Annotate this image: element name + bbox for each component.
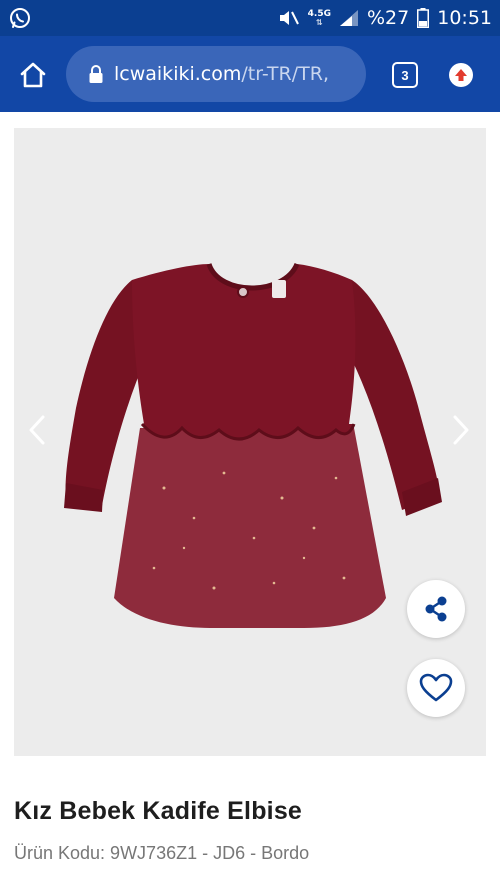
share-button[interactable] (407, 580, 465, 638)
share-icon (425, 596, 447, 622)
heart-icon (419, 673, 453, 702)
network-badge: 4.5G ⇅ (307, 8, 331, 27)
chevron-left-icon (29, 415, 45, 445)
tab-count: 3 (401, 67, 409, 83)
mute-icon (278, 8, 300, 28)
url-bar[interactable]: lcwaikiki.com/tr-TR/TR, (66, 46, 366, 102)
url-path: /tr-TR/TR, (241, 63, 329, 85)
signal-icon (339, 9, 359, 27)
battery-percent: %27 (367, 7, 410, 29)
browser-toolbar: lcwaikiki.com/tr-TR/TR, 3 (0, 36, 500, 112)
next-image-button[interactable] (446, 410, 476, 450)
lock-icon (88, 64, 104, 84)
tab-switcher-button[interactable]: 3 (392, 62, 418, 88)
update-button[interactable] (449, 63, 473, 87)
product-code: Ürün Kodu: 9WJ736Z1 - JD6 - Bordo (14, 843, 310, 863)
home-button[interactable] (18, 60, 48, 90)
update-icon (455, 69, 467, 81)
clock: 10:51 (437, 7, 492, 29)
product-image-gallery[interactable] (14, 128, 486, 756)
whatsapp-icon (8, 6, 32, 30)
previous-image-button[interactable] (22, 410, 52, 450)
product-title: Kız Bebek Kadife Elbise (14, 797, 303, 825)
status-bar: 4.5G ⇅ %27 10:51 (0, 0, 500, 36)
battery-icon (417, 8, 430, 28)
product-image (64, 262, 442, 628)
url-text: lcwaikiki.com/tr-TR/TR, (114, 63, 329, 85)
favorite-button[interactable] (407, 659, 465, 717)
url-domain: lcwaikiki.com (114, 63, 242, 85)
chevron-right-icon (453, 415, 469, 445)
home-icon (20, 62, 46, 88)
